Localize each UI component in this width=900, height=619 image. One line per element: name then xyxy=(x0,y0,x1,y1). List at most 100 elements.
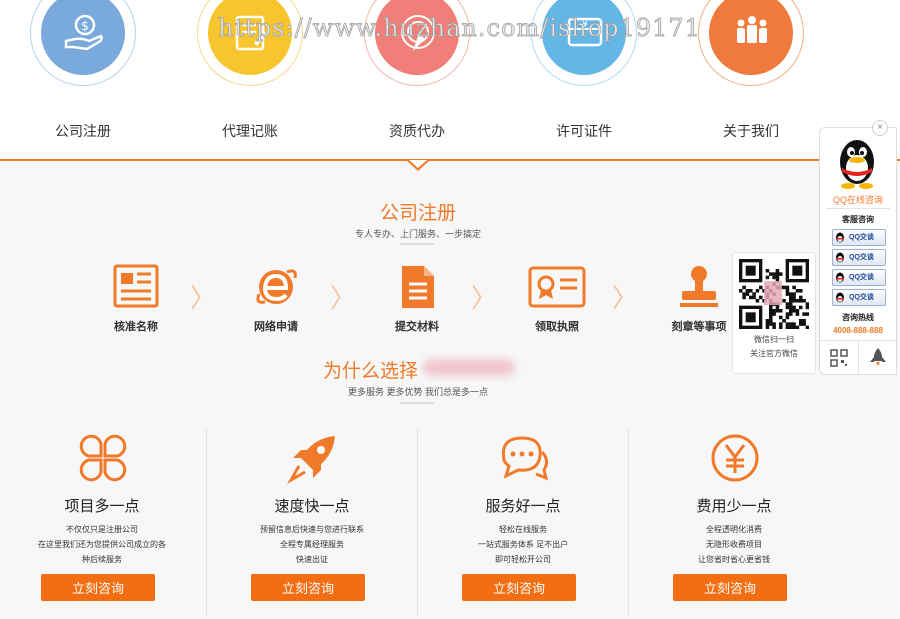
step-label: 领取执照 xyxy=(535,321,579,333)
license-certificate-icon xyxy=(528,266,586,308)
feature-lower-cost: 费用少一点 全程透明化消费 无隐形收费项目 让您省时省心更省钱 立刻咨询 xyxy=(629,422,839,619)
feature-line: 即可轻松开公司 xyxy=(495,555,551,564)
file-document-icon xyxy=(402,266,434,308)
blurred-brand-name xyxy=(423,359,515,376)
feature-line: 无隐形收费项目 xyxy=(706,540,762,549)
nav-item-about-us[interactable]: 关于我们 xyxy=(686,0,816,140)
feature-line: 不仅仅只是注册公司 xyxy=(66,525,138,534)
feature-description: 不仅仅只是注册公司 在这里我们还为您提供公司成立的各 种后续服务 xyxy=(7,522,197,567)
feature-description: 全程透明化消费 无隐形收费项目 让您省时省心更省钱 xyxy=(639,522,829,567)
feature-line: 全程专属经理服务 xyxy=(280,540,344,549)
qr-small-icon[interactable] xyxy=(830,349,848,367)
step-label: 刻章等事项 xyxy=(671,321,727,333)
consult-button[interactable]: 立刻咨询 xyxy=(41,574,155,601)
feature-description: 轻松在线服务 一站式服务体系 足不出户 即可轻松开公司 xyxy=(428,522,618,567)
qq-penguin-icon xyxy=(836,292,844,303)
watermark: https://www.huzhan.com/ishop19171 xyxy=(218,14,701,43)
qq-chat-button[interactable]: QQ交谈 xyxy=(832,289,886,306)
qq-penguin-icon xyxy=(836,232,844,243)
svg-text:$: $ xyxy=(81,19,89,33)
chevron-right-icon: 〉 xyxy=(190,284,217,314)
nav-disc xyxy=(709,0,793,75)
qr-caption-1: 微信扫一扫 xyxy=(754,335,794,344)
chevron-right-icon: 〉 xyxy=(612,284,639,314)
chat-bubbles-icon xyxy=(501,436,549,481)
chevron-right-icon: 〉 xyxy=(471,284,498,314)
feature-line: 预留信息后快速与您进行联系 xyxy=(260,525,364,534)
feature-faster: 速度快一点 预留信息后快速与您进行联系 全程专属经理服务 快速出证 立刻咨询 xyxy=(207,422,417,619)
money-hand-icon: $ xyxy=(64,14,103,51)
why-subtitle: 更多服务 更多优势 我们总是多一点 xyxy=(347,387,488,397)
step-label: 核准名称 xyxy=(114,321,158,333)
nav-label: 资质代办 xyxy=(389,123,445,139)
step-label: 提交材料 xyxy=(395,321,439,333)
consult-button[interactable]: 立刻咨询 xyxy=(251,574,365,601)
feature-description: 预留信息后快速与您进行联系 全程专属经理服务 快速出证 xyxy=(217,522,407,567)
close-icon[interactable]: × xyxy=(872,120,888,136)
feature-line: 在这里我们还为您提供公司成立的各 xyxy=(38,540,166,549)
step-label: 网络申请 xyxy=(254,321,298,333)
qq-online-label: QQ在线咨询 xyxy=(832,195,883,205)
consult-button[interactable]: 立刻咨询 xyxy=(673,574,787,601)
clover-icon xyxy=(79,434,127,482)
feature-line: 快速出证 xyxy=(296,555,328,564)
qq-chat-button[interactable]: QQ交谈 xyxy=(832,269,886,286)
side-divider xyxy=(826,208,890,209)
wechat-qr-box: 微信扫一扫 关注官方微信 xyxy=(732,252,816,374)
feature-line: 种后续服务 xyxy=(82,555,122,564)
hotline-title: 咨询热线 xyxy=(842,313,874,322)
registration-title-underline xyxy=(400,243,434,245)
nav-label: 许可证件 xyxy=(556,123,612,139)
feature-line: 一站式服务体系 足不出户 xyxy=(477,540,569,549)
why-title-underline xyxy=(400,402,434,404)
feature-title: 服务好一点 xyxy=(485,498,561,515)
rocket-top-icon[interactable] xyxy=(869,347,887,367)
feature-title: 项目多一点 xyxy=(64,498,140,515)
nav-item-company-registration[interactable]: $ 公司注册 xyxy=(18,0,148,140)
consult-button[interactable]: 立刻咨询 xyxy=(462,574,576,601)
why-title: 为什么选择 xyxy=(322,361,418,382)
qq-consult-panel: QQ在线咨询 客服咨询 QQ交谈 QQ交谈 QQ交谈 QQ交谈 咨询热线 400… xyxy=(819,127,897,375)
nav-active-notch-inner xyxy=(409,160,427,168)
nav-ring xyxy=(197,0,303,86)
nav-ring: $ xyxy=(30,0,136,86)
feature-title: 速度快一点 xyxy=(274,498,350,515)
nav-ring xyxy=(364,0,470,86)
nav-label: 关于我们 xyxy=(723,123,779,139)
team-people-icon xyxy=(737,16,767,43)
service-title: 客服咨询 xyxy=(842,215,874,224)
nav-label: 代理记账 xyxy=(222,123,278,139)
feature-better-service: 服务好一点 轻松在线服务 一站式服务体系 足不出户 即可轻松开公司 立刻咨询 xyxy=(418,422,628,619)
qq-penguin-icon xyxy=(840,140,874,189)
chevron-right-icon: 〉 xyxy=(330,284,357,314)
qq-chat-button[interactable]: QQ交谈 xyxy=(832,229,886,246)
qq-chat-label: QQ交谈 xyxy=(849,254,874,261)
qr-code-icon xyxy=(739,259,809,329)
feature-line: 让您省时省心更省钱 xyxy=(698,555,770,564)
browser-e-icon xyxy=(256,269,297,304)
registration-title: 公司注册 xyxy=(379,203,456,224)
feature-more-projects: 项目多一点 不仅仅只是注册公司 在这里我们还为您提供公司成立的各 种后续服务 立… xyxy=(0,422,207,619)
feature-line: 全程透明化消费 xyxy=(706,525,762,534)
nav-ring: ¥ xyxy=(531,0,637,86)
rocket-icon xyxy=(287,436,335,484)
feature-line: 轻松在线服务 xyxy=(499,525,547,534)
qq-chat-label: QQ交谈 xyxy=(849,294,874,301)
side-divider xyxy=(858,340,859,374)
registration-subtitle: 专人专办、上门服务、一步搞定 xyxy=(354,229,481,239)
qq-chat-label: QQ交谈 xyxy=(849,234,874,241)
feature-title: 费用少一点 xyxy=(696,498,772,515)
qq-chat-button[interactable]: QQ交谈 xyxy=(832,249,886,266)
qq-penguin-icon xyxy=(836,252,844,263)
nav-disc: $ xyxy=(41,0,125,75)
nav-divider xyxy=(0,159,900,161)
qq-chat-label: QQ交谈 xyxy=(849,274,874,281)
news-document-icon xyxy=(113,264,159,308)
nav-label: 公司注册 xyxy=(55,123,111,139)
nav-ring xyxy=(698,0,804,86)
qq-penguin-icon xyxy=(836,272,844,283)
yen-coin-icon xyxy=(711,434,759,482)
hotline-number: 4008-888-888 xyxy=(833,326,883,335)
qr-caption-2: 关注官方微信 xyxy=(750,349,798,358)
stamp-seal-icon xyxy=(680,266,718,307)
